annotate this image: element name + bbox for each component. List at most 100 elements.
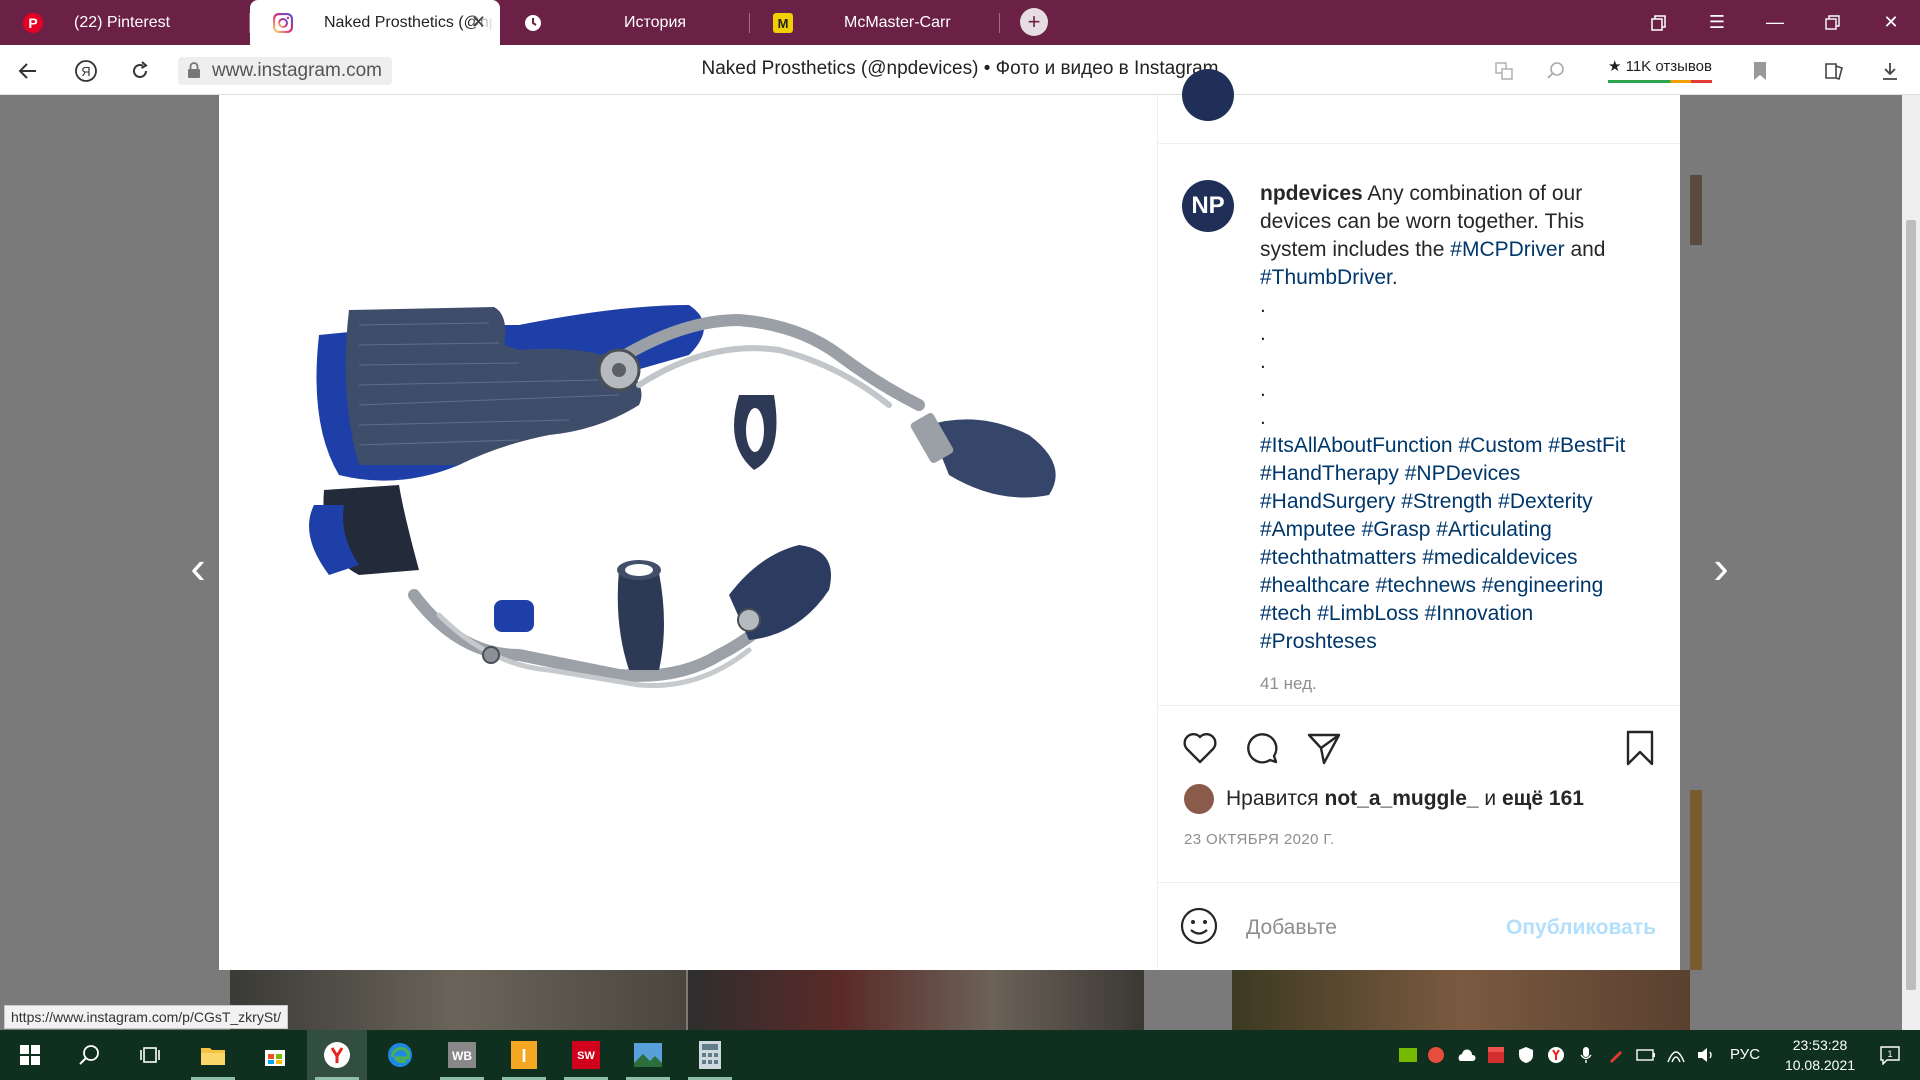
hashtag-link[interactable]: #ThumbDriver (1260, 266, 1392, 289)
instagram-icon (272, 12, 294, 34)
tab-instagram[interactable]: Naked Prosthetics (@npdevices) ✕ (250, 0, 500, 45)
yandex-home-icon[interactable]: Я (72, 57, 100, 85)
package-tray-icon[interactable] (1486, 1045, 1506, 1065)
caption-and: and (1570, 238, 1606, 261)
yandex-tray-icon[interactable] (1546, 1045, 1566, 1065)
restore-icon[interactable] (1804, 0, 1862, 45)
background-thumbnail-edge (1690, 175, 1702, 245)
likes-count-link[interactable]: ещё 161 (1502, 787, 1584, 811)
likes-prefix: Нравится (1226, 787, 1319, 810)
mcmaster-icon: M (772, 12, 794, 34)
photos-icon[interactable] (618, 1030, 678, 1080)
scrollbar-thumb[interactable] (1906, 220, 1916, 990)
system-clock[interactable]: 23:53:28 10.08.2021 (1775, 1035, 1865, 1075)
wb-app-icon[interactable]: WB (432, 1030, 492, 1080)
clock-time: 23:53:28 (1792, 1037, 1848, 1053)
new-tab-button[interactable]: + (1020, 8, 1048, 36)
close-tab-icon[interactable]: ✕ (471, 12, 486, 33)
collections-icon[interactable] (1820, 57, 1848, 85)
file-explorer-icon[interactable] (183, 1030, 243, 1080)
calculator-icon[interactable] (680, 1030, 740, 1080)
app-tray-icon[interactable] (1426, 1045, 1446, 1065)
onedrive-icon[interactable] (1456, 1045, 1476, 1065)
post-photo (219, 95, 1157, 970)
save-bookmark-icon[interactable] (1620, 728, 1660, 768)
solidworks-icon[interactable]: SW (556, 1030, 616, 1080)
microphone-icon[interactable] (1576, 1045, 1596, 1065)
svg-text:I: I (521, 1046, 526, 1066)
post-caption: NP npdevices Any combination of our devi… (1182, 180, 1660, 698)
translate-icon[interactable] (1490, 57, 1518, 85)
post-date[interactable]: 23 ОКТЯБРЯ 2020 Г. (1184, 831, 1335, 848)
tab-label: (22) Pinterest (74, 13, 171, 31)
tab-history[interactable]: История (500, 0, 750, 45)
likes-and: и (1484, 787, 1497, 810)
previous-post-arrow-icon[interactable]: ‹ (183, 540, 213, 594)
background-thumbnail (1232, 970, 1690, 1030)
header-avatar[interactable] (1182, 69, 1234, 121)
hashtag-link[interactable]: #MCPDriver (1450, 238, 1564, 261)
nvidia-tray-icon[interactable] (1398, 1045, 1418, 1065)
hashtag-list[interactable]: #ItsAllAboutFunction #Custom #BestFit #H… (1260, 434, 1625, 653)
yandex-browser-icon[interactable] (307, 1030, 367, 1080)
tab-separator (999, 13, 1000, 33)
back-icon[interactable] (14, 57, 42, 85)
reload-icon[interactable] (126, 57, 154, 85)
minimize-icon[interactable]: — (1746, 0, 1804, 45)
like-heart-icon[interactable] (1180, 728, 1220, 768)
status-bar-link: https://www.instagram.com/p/CGsT_zkrySt/ (4, 1005, 288, 1029)
liker-avatar[interactable] (1184, 784, 1214, 814)
caption-username[interactable]: npdevices (1260, 182, 1363, 205)
post-modal: NP npdevices Any combination of our devi… (219, 69, 1680, 970)
browser-toolbar: Я www.instagram.com Naked Prosthetics (@… (0, 45, 1920, 95)
store-icon[interactable] (245, 1030, 305, 1080)
caption-period: . (1391, 266, 1398, 289)
post-actions: Нравится not_a_muggle_ и ещё 161 23 ОКТЯ… (1158, 705, 1680, 848)
tab-mcmaster[interactable]: M McMaster-Carr (750, 0, 1000, 45)
input-language[interactable]: РУС (1730, 1046, 1760, 1063)
close-window-icon[interactable]: ✕ (1862, 0, 1920, 45)
tab-pinterest[interactable]: P (22) Pinterest (0, 0, 250, 45)
download-icon[interactable] (1876, 57, 1904, 85)
address-field[interactable]: www.instagram.com (178, 57, 392, 85)
window-controls: ☰ — ✕ (1630, 0, 1920, 45)
svg-text:WB: WB (452, 1049, 472, 1063)
tabs-view-icon[interactable] (1630, 0, 1688, 45)
windows-taskbar: WB I SW РУС 23:53:28 10.08.2021 1 (0, 1030, 1920, 1080)
tab-label: История (624, 13, 687, 31)
liker-username[interactable]: not_a_muggle_ (1325, 787, 1479, 811)
edge-icon[interactable] (370, 1030, 430, 1080)
lock-icon (188, 62, 200, 78)
share-paper-plane-icon[interactable] (1304, 728, 1344, 768)
post-time-ago[interactable]: 41 нед. (1260, 670, 1630, 698)
speaker-icon[interactable] (1696, 1045, 1716, 1065)
browser-tab-bar: P (22) Pinterest Naked Prosthetics (@npd… (0, 0, 1920, 45)
comment-bubble-icon[interactable] (1242, 728, 1282, 768)
caption-dot: . (1260, 322, 1266, 345)
comment-input[interactable]: Добавьте (1246, 916, 1337, 940)
emoji-smiley-icon[interactable] (1180, 907, 1218, 950)
publish-button[interactable]: Опубликовать (1506, 916, 1656, 940)
bookmark-icon[interactable] (1746, 57, 1774, 85)
svg-text:P: P (28, 15, 37, 31)
search-icon[interactable] (60, 1030, 120, 1080)
inventor-icon[interactable]: I (494, 1030, 554, 1080)
shield-icon[interactable] (1516, 1045, 1536, 1065)
task-view-icon[interactable] (120, 1030, 180, 1080)
reviews-badge[interactable]: ★ 11K отзывов (1604, 54, 1716, 86)
zoom-icon[interactable] (1542, 57, 1570, 85)
caption-dot: . (1260, 350, 1266, 373)
page-scrollbar[interactable] (1902, 95, 1920, 1030)
pen-tray-icon[interactable] (1606, 1045, 1626, 1065)
comment-form: Добавьте Опубликовать (1158, 882, 1680, 970)
prosthetic-device-image (309, 305, 1056, 689)
notification-center-icon[interactable]: 1 (1875, 1045, 1905, 1065)
avatar[interactable]: NP (1182, 180, 1234, 232)
next-post-arrow-icon[interactable]: › (1706, 540, 1736, 594)
battery-icon[interactable] (1636, 1045, 1656, 1065)
svg-text:SW: SW (577, 1050, 595, 1062)
windows-start-icon[interactable] (0, 1030, 60, 1080)
wifi-icon[interactable] (1666, 1045, 1686, 1065)
menu-icon[interactable]: ☰ (1688, 0, 1746, 45)
pinterest-icon: P (22, 12, 44, 34)
